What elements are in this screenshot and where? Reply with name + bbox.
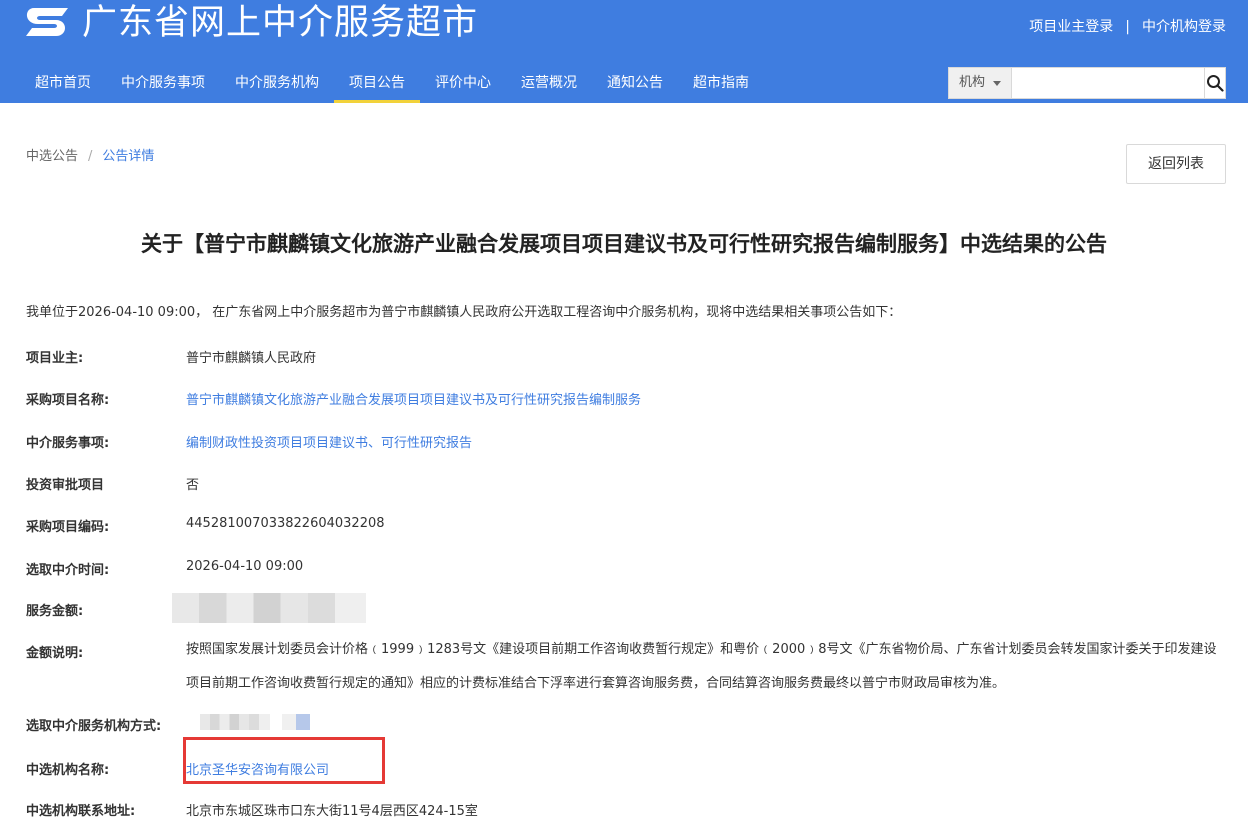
caret-down-icon: [993, 81, 1002, 86]
search-bar: 机构: [948, 67, 1226, 99]
project-name-link[interactable]: 普宁市麒麟镇文化旅游产业融合发展项目项目建议书及可行性研究报告编制服务: [186, 389, 641, 408]
field-value: 普宁市麒麟镇人民政府: [186, 351, 317, 366]
redacted-method: [200, 714, 270, 730]
nav-item-operations[interactable]: 运营概况: [506, 64, 592, 103]
nav-item-guide[interactable]: 超市指南: [678, 64, 764, 103]
field-label: 选取中介服务机构方式:: [26, 719, 162, 734]
service-item-link[interactable]: 编制财政性投资项目项目建议书、可行性研究报告: [186, 432, 472, 451]
owner-login-link[interactable]: 项目业主登录: [1029, 19, 1113, 35]
login-separator: |: [1125, 19, 1130, 35]
page-title: 关于【普宁市麒麟镇文化旅游产业融合发展项目项目建议书及可行性研究报告编制服务】中…: [141, 232, 1107, 256]
field-label: 中介服务事项:: [26, 436, 110, 451]
field-label: 选取中介时间:: [26, 563, 110, 578]
site-header: 广东省网上中介服务超市 项目业主登录 | 中介机构登录 超市首页 中介服务事项 中介…: [0, 0, 1248, 103]
nav-item-evaluation[interactable]: 评价中心: [420, 64, 506, 103]
breadcrumb-separator: /: [88, 149, 93, 164]
nav-item-project-notices[interactable]: 项目公告: [334, 64, 420, 103]
field-label: 中选机构联系地址:: [26, 804, 136, 819]
site-title[interactable]: 广东省网上中介服务超市: [82, 2, 478, 44]
field-label: 采购项目名称:: [26, 393, 110, 408]
back-to-list-button[interactable]: 返回列表: [1126, 144, 1226, 184]
search-icon: [1207, 75, 1224, 92]
winner-highlight-box: [183, 737, 385, 784]
nav-item-notices[interactable]: 通知公告: [592, 64, 678, 103]
intro-text: 我单位于2026-04-10 09:00， 在广东省网上中介服务超市为普宁市麒麟…: [26, 305, 902, 320]
search-type-value: 机构: [959, 75, 986, 90]
nav-item-home[interactable]: 超市首页: [20, 64, 106, 103]
field-value: 445281007033822604032208: [186, 516, 385, 531]
agency-login-link[interactable]: 中介机构登录: [1142, 19, 1226, 35]
site-logo[interactable]: [24, 4, 72, 40]
redacted-method-2: [282, 714, 310, 730]
field-value: 2026-04-10 09:00: [186, 559, 304, 574]
breadcrumb: 中选公告 / 公告详情: [26, 145, 154, 164]
field-label: 投资审批项目: [26, 478, 105, 493]
search-button[interactable]: [1204, 68, 1225, 98]
breadcrumb-parent[interactable]: 中选公告: [26, 149, 78, 164]
field-label: 项目业主:: [26, 351, 84, 366]
main-nav: 超市首页 中介服务事项 中介服务机构 项目公告 评价中心 运营概况 通知公告 超…: [20, 64, 764, 103]
redacted-amount: [172, 593, 366, 623]
field-label: 中选机构名称:: [26, 763, 110, 778]
field-value: 否: [186, 478, 200, 493]
nav-item-agencies[interactable]: 中介服务机构: [220, 64, 334, 103]
field-label: 采购项目编码:: [26, 520, 110, 535]
field-label: 服务金额:: [26, 604, 84, 619]
search-type-select[interactable]: 机构: [949, 68, 1013, 98]
field-value: 按照国家发展计划委员会计价格﹙1999﹚1283号文《建设项目前期工作咨询收费暂…: [186, 642, 1217, 691]
nav-item-service-items[interactable]: 中介服务事项: [106, 64, 220, 103]
search-input[interactable]: [1012, 68, 1205, 98]
login-links: 项目业主登录 | 中介机构登录: [1029, 16, 1226, 36]
field-value: 北京市东城区珠市口东大街11号4层西区424-15室: [186, 804, 478, 819]
field-label: 金额说明:: [26, 646, 84, 661]
breadcrumb-current[interactable]: 公告详情: [102, 149, 154, 164]
